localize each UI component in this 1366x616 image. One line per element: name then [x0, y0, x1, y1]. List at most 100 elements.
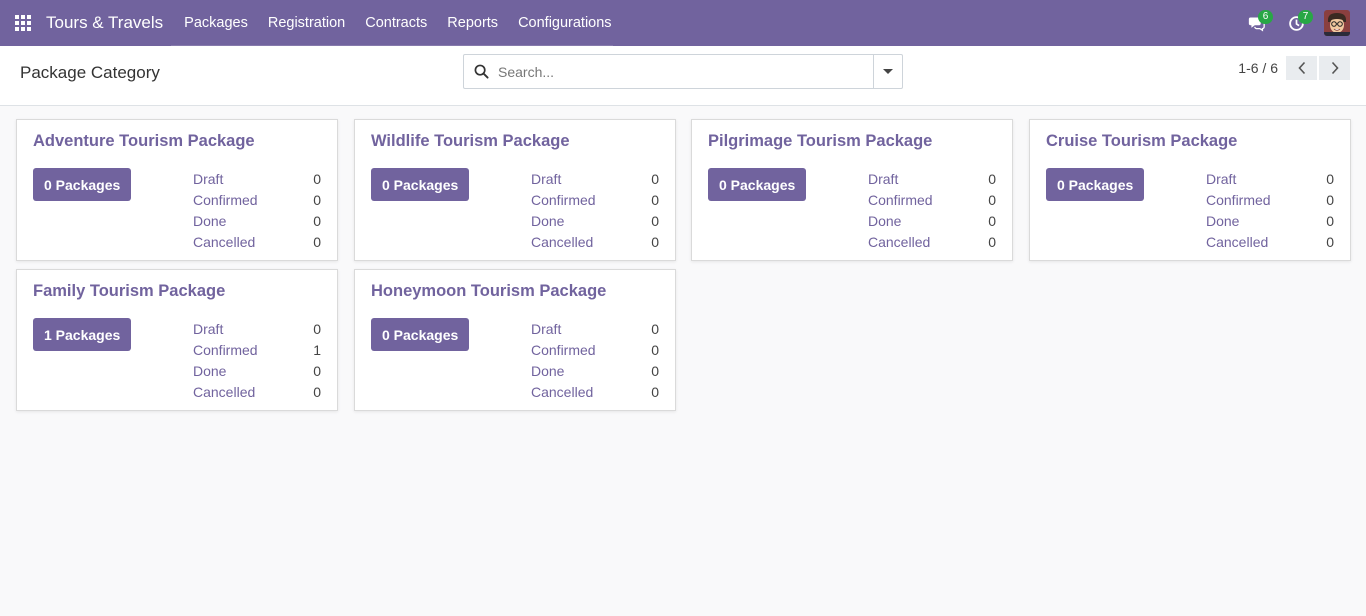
stat-label[interactable]: Cancelled — [531, 232, 593, 253]
pager-next-button[interactable] — [1319, 56, 1350, 80]
packages-button[interactable]: 0 Packages — [371, 168, 470, 201]
stat-done: Done 0 — [193, 361, 321, 382]
user-avatar[interactable] — [1324, 10, 1350, 36]
stat-label[interactable]: Confirmed — [531, 190, 596, 211]
stat-value: 0 — [988, 171, 996, 187]
stat-value: 0 — [1326, 234, 1334, 250]
search-icon — [464, 55, 498, 88]
stat-cancelled: Cancelled 0 — [193, 382, 321, 403]
stat-cancelled: Cancelled 0 — [193, 232, 321, 253]
stat-label[interactable]: Draft — [531, 169, 561, 190]
stat-value: 1 — [313, 342, 321, 358]
stat-value: 0 — [313, 234, 321, 250]
menu-registration[interactable]: Registration — [258, 0, 355, 46]
stat-label[interactable]: Confirmed — [193, 340, 258, 361]
chevron-right-icon — [1331, 61, 1339, 75]
stat-label[interactable]: Draft — [193, 319, 223, 340]
main-menu: Packages Registration Contracts Reports … — [173, 0, 621, 46]
stat-label[interactable]: Cancelled — [193, 232, 255, 253]
grid-icon — [15, 15, 31, 31]
stat-label[interactable]: Confirmed — [193, 190, 258, 211]
stat-cancelled: Cancelled 0 — [531, 382, 659, 403]
stat-confirmed: Confirmed 0 — [193, 190, 321, 211]
stat-value: 0 — [1326, 192, 1334, 208]
activities-button[interactable]: 7 — [1276, 0, 1316, 46]
stat-label[interactable]: Done — [531, 361, 564, 382]
kanban-card[interactable]: Adventure Tourism Package 0 Packages Dra… — [16, 119, 338, 261]
stat-draft: Draft 0 — [1206, 169, 1334, 190]
stat-done: Done 0 — [193, 211, 321, 232]
stat-label[interactable]: Cancelled — [531, 382, 593, 403]
search-options-toggle[interactable] — [873, 55, 902, 88]
stat-confirmed: Confirmed 0 — [531, 340, 659, 361]
menu-packages[interactable]: Packages — [174, 0, 258, 46]
stat-cancelled: Cancelled 0 — [868, 232, 996, 253]
stat-value: 0 — [651, 213, 659, 229]
stat-label[interactable]: Cancelled — [1206, 232, 1268, 253]
stat-done: Done 0 — [868, 211, 996, 232]
app-menu-button[interactable] — [0, 0, 46, 46]
status-counts: Draft 0 Confirmed 0 Done 0 Cancelled 0 — [193, 169, 321, 253]
stat-done: Done 0 — [1206, 211, 1334, 232]
kanban-card[interactable]: Cruise Tourism Package 0 Packages Draft 0… — [1029, 119, 1351, 261]
card-title: Cruise Tourism Package — [1046, 132, 1238, 150]
stat-done: Done 0 — [531, 211, 659, 232]
stat-draft: Draft 0 — [531, 319, 659, 340]
stat-label[interactable]: Done — [868, 211, 901, 232]
pager-previous-button[interactable] — [1286, 56, 1317, 80]
packages-button[interactable]: 0 Packages — [33, 168, 132, 201]
status-counts: Draft 0 Confirmed 1 Done 0 Cancelled 0 — [193, 319, 321, 403]
stat-draft: Draft 0 — [868, 169, 996, 190]
avatar-icon — [1324, 10, 1350, 36]
stat-draft: Draft 0 — [531, 169, 659, 190]
pager-value[interactable]: 1-6 / 6 — [1238, 60, 1278, 76]
stat-label[interactable]: Draft — [531, 319, 561, 340]
stat-label[interactable]: Draft — [868, 169, 898, 190]
stat-label[interactable]: Cancelled — [868, 232, 930, 253]
stat-label[interactable]: Done — [193, 361, 226, 382]
status-counts: Draft 0 Confirmed 0 Done 0 Cancelled 0 — [1206, 169, 1334, 253]
pager: 1-6 / 6 — [1238, 56, 1350, 80]
stat-cancelled: Cancelled 0 — [1206, 232, 1334, 253]
stat-label[interactable]: Cancelled — [193, 382, 255, 403]
stat-value: 0 — [651, 384, 659, 400]
stat-value: 0 — [651, 171, 659, 187]
kanban-card[interactable]: Family Tourism Package 1 Packages Draft 0… — [16, 269, 338, 411]
stat-label[interactable]: Draft — [193, 169, 223, 190]
kanban-card[interactable]: Pilgrimage Tourism Package 0 Packages Dr… — [691, 119, 1013, 261]
stat-value: 0 — [313, 384, 321, 400]
stat-label[interactable]: Confirmed — [1206, 190, 1271, 211]
status-counts: Draft 0 Confirmed 0 Done 0 Cancelled 0 — [868, 169, 996, 253]
stat-value: 0 — [313, 192, 321, 208]
kanban-card[interactable]: Wildlife Tourism Package 0 Packages Draf… — [354, 119, 676, 261]
menu-configurations[interactable]: Configurations — [508, 0, 622, 46]
card-title: Family Tourism Package — [33, 282, 226, 300]
stat-value: 0 — [313, 213, 321, 229]
stat-value: 0 — [651, 192, 659, 208]
search-input[interactable] — [498, 56, 873, 87]
stat-value: 0 — [313, 363, 321, 379]
kanban-card[interactable]: Honeymoon Tourism Package 0 Packages Dra… — [354, 269, 676, 411]
stat-label[interactable]: Draft — [1206, 169, 1236, 190]
card-title: Pilgrimage Tourism Package — [708, 132, 933, 150]
packages-button[interactable]: 1 Packages — [33, 318, 132, 351]
menu-contracts[interactable]: Contracts — [355, 0, 437, 46]
packages-button[interactable]: 0 Packages — [1046, 168, 1145, 201]
stat-value: 0 — [988, 234, 996, 250]
stat-confirmed: Confirmed 1 — [193, 340, 321, 361]
stat-label[interactable]: Done — [193, 211, 226, 232]
stat-label[interactable]: Confirmed — [531, 340, 596, 361]
packages-button[interactable]: 0 Packages — [371, 318, 470, 351]
chevron-left-icon — [1297, 61, 1305, 75]
messages-badge: 6 — [1258, 10, 1273, 24]
stat-label[interactable]: Done — [531, 211, 564, 232]
packages-button[interactable]: 0 Packages — [708, 168, 807, 201]
messages-button[interactable]: 6 — [1236, 0, 1276, 46]
menu-reports[interactable]: Reports — [437, 0, 508, 46]
stat-value: 0 — [651, 234, 659, 250]
card-title: Honeymoon Tourism Package — [371, 282, 607, 300]
systray: 6 7 — [1236, 0, 1366, 46]
app-brand[interactable]: Tours & Travels — [46, 13, 173, 33]
stat-label[interactable]: Done — [1206, 211, 1239, 232]
stat-label[interactable]: Confirmed — [868, 190, 933, 211]
